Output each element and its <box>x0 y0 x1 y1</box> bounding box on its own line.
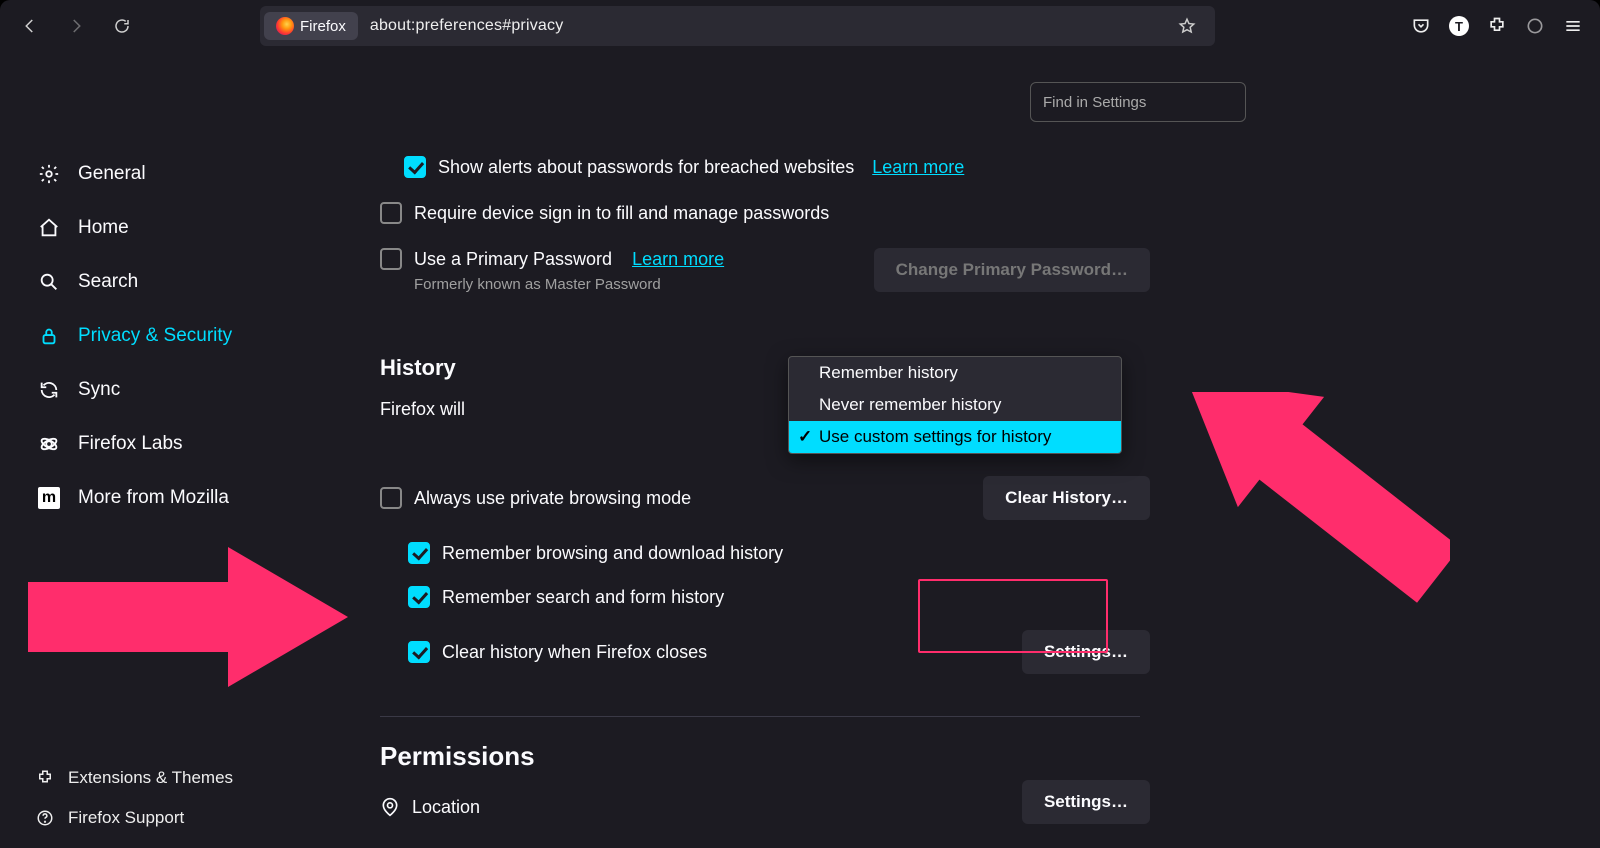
firefox-icon <box>276 17 294 35</box>
settings-sidebar: General Home Search Privacy & Security S… <box>0 52 318 848</box>
always-private-label: Always use private browsing mode <box>414 488 691 509</box>
history-mode-dropdown[interactable]: Remember history Never remember history … <box>788 356 1122 454</box>
clear-history-button[interactable]: Clear History… <box>983 476 1150 520</box>
addon-icon[interactable] <box>1524 15 1546 37</box>
url-bar[interactable]: Firefox about:preferences#privacy <box>260 6 1215 46</box>
history-option-custom[interactable]: Use custom settings for history <box>789 421 1121 453</box>
back-button[interactable] <box>12 8 48 44</box>
sidebar-item-mozilla[interactable]: m More from Mozilla <box>18 471 318 525</box>
account-icon[interactable]: T <box>1448 15 1470 37</box>
forward-button[interactable] <box>58 8 94 44</box>
gear-icon <box>36 161 62 187</box>
annotation-arrow-right <box>1110 392 1450 612</box>
settings-search-input[interactable]: Find in Settings <box>1030 82 1246 122</box>
location-settings-button[interactable]: Settings… <box>1022 780 1150 824</box>
primary-pw-learn-more-link[interactable]: Learn more <box>632 249 724 270</box>
sidebar-item-label: More from Mozilla <box>78 487 229 509</box>
primary-password-note: Formerly known as Master Password <box>414 276 724 293</box>
lock-icon <box>36 323 62 349</box>
search-placeholder: Find in Settings <box>1043 94 1146 111</box>
browser-toolbar: Firefox about:preferences#privacy T <box>0 0 1600 52</box>
section-divider <box>380 716 1140 717</box>
home-icon <box>36 215 62 241</box>
identity-label: Firefox <box>300 18 346 35</box>
permissions-heading: Permissions <box>380 741 1600 772</box>
history-settings-button[interactable]: Settings… <box>1022 630 1150 674</box>
sidebar-item-label: Firefox Labs <box>78 433 183 455</box>
identity-badge[interactable]: Firefox <box>264 12 358 40</box>
toolbar-right: T <box>1410 15 1588 37</box>
primary-password-label: Use a Primary Password <box>414 249 612 270</box>
sidebar-item-privacy[interactable]: Privacy & Security <box>18 309 318 363</box>
require-signin-label: Require device sign in to fill and manag… <box>414 203 829 224</box>
breach-alerts-label: Show alerts about passwords for breached… <box>438 157 854 178</box>
location-icon <box>380 797 400 817</box>
remember-browsing-checkbox[interactable] <box>408 542 430 564</box>
clear-on-close-label: Clear history when Firefox closes <box>442 642 707 663</box>
labs-icon <box>36 431 62 457</box>
preferences-page: General Home Search Privacy & Security S… <box>0 52 1600 848</box>
sidebar-extensions-themes[interactable]: Extensions & Themes <box>18 758 318 798</box>
clear-on-close-checkbox[interactable] <box>408 641 430 663</box>
url-text: about:preferences#privacy <box>370 17 564 35</box>
remember-search-label: Remember search and form history <box>442 587 724 608</box>
history-option-never[interactable]: Never remember history <box>789 389 1121 421</box>
sidebar-item-label: Privacy & Security <box>78 325 232 347</box>
bookmark-star-icon[interactable] <box>1169 8 1205 44</box>
sidebar-sub-label: Firefox Support <box>68 808 184 828</box>
sidebar-sub-label: Extensions & Themes <box>68 768 233 788</box>
sidebar-item-label: Sync <box>78 379 120 401</box>
sidebar-firefox-support[interactable]: Firefox Support <box>18 798 318 838</box>
mozilla-icon: m <box>36 485 62 511</box>
extensions-icon[interactable] <box>1486 15 1508 37</box>
permission-location-label: Location <box>412 797 480 818</box>
always-private-checkbox[interactable] <box>380 487 402 509</box>
sidebar-item-label: Home <box>78 217 129 239</box>
history-option-remember[interactable]: Remember history <box>789 357 1121 389</box>
breach-learn-more-link[interactable]: Learn more <box>872 157 964 178</box>
sidebar-item-sync[interactable]: Sync <box>18 363 318 417</box>
search-icon <box>36 269 62 295</box>
sidebar-item-home[interactable]: Home <box>18 201 318 255</box>
sidebar-item-general[interactable]: General <box>18 147 318 201</box>
settings-main: Find in Settings Show alerts about passw… <box>318 52 1600 848</box>
reload-button[interactable] <box>104 8 140 44</box>
app-menu-icon[interactable] <box>1562 15 1584 37</box>
help-icon <box>36 809 54 827</box>
primary-password-checkbox[interactable] <box>380 248 402 270</box>
sidebar-item-label: Search <box>78 271 138 293</box>
sidebar-item-search[interactable]: Search <box>18 255 318 309</box>
pocket-icon[interactable] <box>1410 15 1432 37</box>
change-primary-password-button[interactable]: Change Primary Password… <box>874 248 1150 292</box>
breach-alerts-checkbox[interactable] <box>404 156 426 178</box>
sync-icon <box>36 377 62 403</box>
remember-search-checkbox[interactable] <box>408 586 430 608</box>
sidebar-item-labs[interactable]: Firefox Labs <box>18 417 318 471</box>
require-signin-checkbox[interactable] <box>380 202 402 224</box>
sidebar-item-label: General <box>78 163 146 185</box>
remember-browsing-label: Remember browsing and download history <box>442 543 783 564</box>
puzzle-icon <box>36 769 54 787</box>
